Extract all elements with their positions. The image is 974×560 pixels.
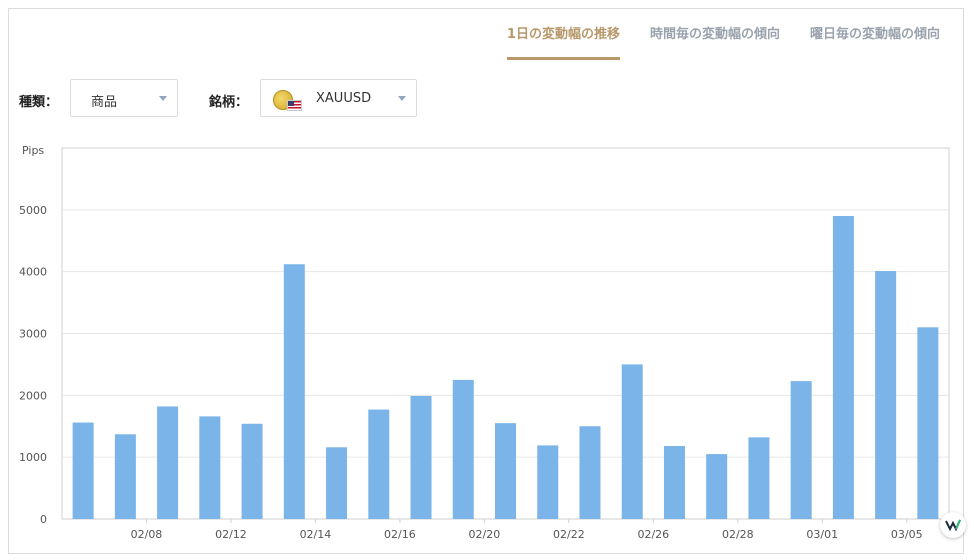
bar <box>621 364 643 519</box>
bar <box>368 409 390 519</box>
bar <box>663 446 685 519</box>
bar <box>326 447 348 519</box>
bar <box>537 445 559 519</box>
bar <box>283 264 305 519</box>
x-tick-label: 03/05 <box>891 528 923 541</box>
widget-logo-button[interactable] <box>940 512 966 538</box>
trend-logo-icon <box>945 519 961 532</box>
y-tick-label: 5000 <box>19 204 47 217</box>
bar <box>917 327 939 519</box>
bar <box>706 454 728 519</box>
x-tick-label: 02/22 <box>553 528 585 541</box>
bar-chart: Pips 0 1000 2000 3000 4000 5000 02/08 02/12 02/1… <box>19 144 950 541</box>
bar <box>452 379 474 519</box>
bar <box>832 216 854 519</box>
x-tick-label: 02/28 <box>722 528 754 541</box>
x-tick-label: 02/16 <box>384 528 416 541</box>
x-tick-label: 02/14 <box>300 528 332 541</box>
bar <box>495 423 516 519</box>
y-tick-label: 3000 <box>19 328 47 341</box>
bar <box>875 271 897 519</box>
y-tick-label: 1000 <box>19 451 47 464</box>
y-axis-label: Pips <box>22 144 44 157</box>
bar <box>241 423 263 519</box>
bar <box>748 437 770 519</box>
x-tick-label: 03/01 <box>806 528 838 541</box>
x-tick-label: 02/26 <box>637 528 669 541</box>
bar <box>157 406 179 519</box>
bar <box>72 422 94 519</box>
x-tick-label: 02/12 <box>215 528 247 541</box>
bar <box>199 416 221 519</box>
x-tick-label: 02/20 <box>469 528 501 541</box>
y-tick-label: 2000 <box>19 389 47 402</box>
bar <box>579 426 601 519</box>
bar <box>790 381 812 519</box>
y-tick-label: 0 <box>40 513 47 526</box>
x-tick-label: 02/08 <box>131 528 163 541</box>
y-tick-label: 4000 <box>19 266 47 279</box>
bar <box>114 434 136 519</box>
bar <box>410 395 432 519</box>
